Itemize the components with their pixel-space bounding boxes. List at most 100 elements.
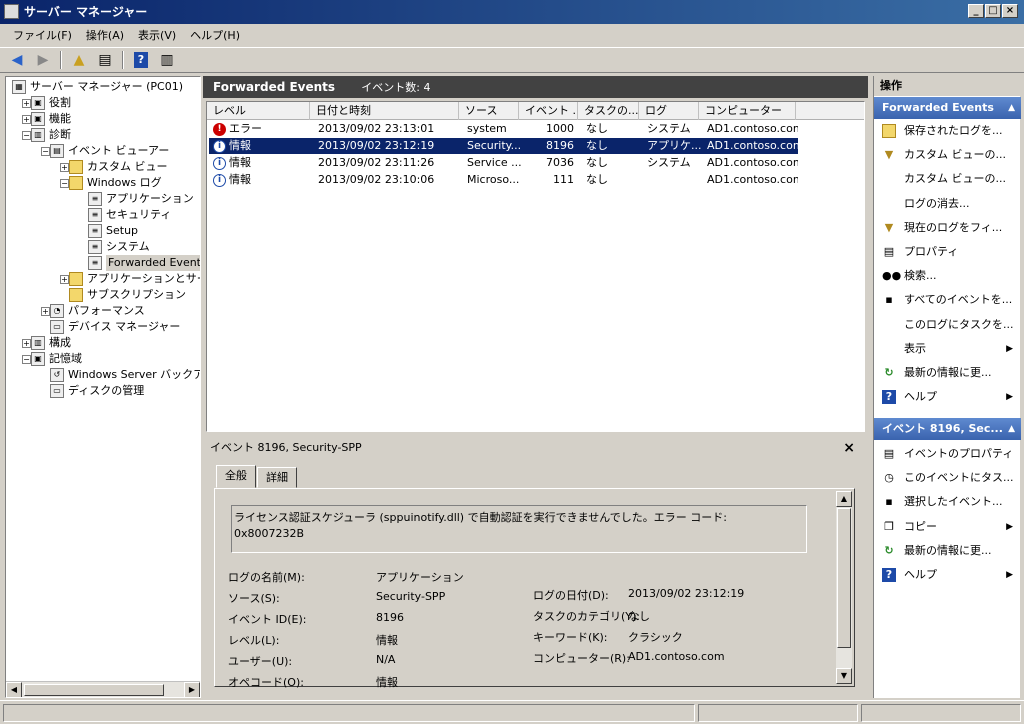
tab-general[interactable]: 全般 bbox=[216, 465, 256, 488]
tree-item[interactable]: ≡ Forwarded Events bbox=[88, 255, 200, 271]
event-list-header: レベル 日付と時刻 ソース イベント ... タスクの... ログ コンピュータ… bbox=[207, 102, 864, 120]
help-button[interactable]: ? bbox=[130, 50, 152, 70]
back-button[interactable]: ◀ bbox=[6, 50, 28, 70]
tab-details[interactable]: 詳細 bbox=[257, 467, 297, 488]
show-hide-action-pane-button[interactable]: ▥ bbox=[156, 50, 178, 70]
event-row[interactable]: i 情報 2013/09/02 23:11:26 Service ... 7036 なし シ… bbox=[209, 155, 798, 171]
action-item[interactable]: ❐ コピー ▶ bbox=[874, 515, 1021, 539]
tree-item[interactable]: カスタム ビュー bbox=[69, 159, 168, 175]
action-item[interactable]: ▪ 選択したイベント... bbox=[874, 490, 1021, 514]
scroll-down-button[interactable]: ▼ bbox=[836, 668, 852, 684]
menu-view[interactable]: 表示(V) bbox=[131, 25, 183, 45]
tree-item[interactable]: ≡ アプリケーション bbox=[88, 191, 194, 207]
tree-item[interactable]: ▤ イベント ビューアー bbox=[50, 143, 169, 159]
action-item[interactable]: ↻ 最新の情報に更... bbox=[874, 361, 1021, 385]
tree-horizontal-scrollbar[interactable]: ◀ ▶ bbox=[6, 681, 200, 697]
scroll-thumb[interactable] bbox=[24, 684, 164, 696]
action-item[interactable]: ↻ 最新の情報に更... bbox=[874, 539, 1021, 563]
menu-action[interactable]: 操作(A) bbox=[79, 25, 131, 45]
collapse-icon[interactable]: ▲ bbox=[1008, 418, 1015, 440]
scroll-up-button[interactable]: ▲ bbox=[836, 491, 852, 507]
tree-item-label: セキュリティ bbox=[106, 208, 172, 221]
minimize-button[interactable]: _ bbox=[968, 4, 984, 18]
detail-vertical-scrollbar[interactable]: ▲ ▼ bbox=[836, 491, 852, 684]
tree-expander[interactable]: − bbox=[60, 179, 69, 188]
tree-expander[interactable]: + bbox=[60, 163, 69, 172]
tree-item[interactable]: Windows ログ bbox=[69, 175, 162, 191]
col-datetime[interactable]: 日付と時刻 bbox=[310, 102, 459, 120]
tree-item[interactable]: ▥ 診断 bbox=[31, 127, 71, 143]
action-item[interactable]: ▼ 現在のログをフィ... bbox=[874, 216, 1021, 240]
close-detail-icon[interactable]: × bbox=[843, 437, 855, 459]
col-computer[interactable]: コンピューター bbox=[699, 102, 796, 120]
action-label: イベントのプロパティ bbox=[904, 447, 1014, 460]
tree-item[interactable]: ▭ デバイス マネージャー bbox=[50, 319, 180, 335]
action-item[interactable]: ? ヘルプ ▶ bbox=[874, 385, 1021, 409]
action-item[interactable]: 表示 ▶ bbox=[874, 337, 1021, 361]
col-source[interactable]: ソース bbox=[459, 102, 519, 120]
tree-expander[interactable]: − bbox=[22, 131, 31, 140]
event-row[interactable]: ! エラー 2013/09/02 23:13:01 system 1000 なし システム A… bbox=[209, 121, 798, 137]
action-label: 検索... bbox=[904, 269, 937, 283]
close-button[interactable]: × bbox=[1002, 4, 1018, 18]
tree-item[interactable]: ▦ サーバー マネージャー (PC01) bbox=[12, 79, 183, 95]
tree-item[interactable]: アプリケーションとサービス bbox=[69, 271, 200, 287]
tree-item[interactable]: ≡ Setup bbox=[88, 223, 138, 239]
tree-item[interactable]: ▣ 機能 bbox=[31, 111, 71, 127]
show-hide-tree-button[interactable]: ▤ bbox=[94, 50, 116, 70]
event-row[interactable]: i 情報 2013/09/02 23:12:19 Security... 8196 なし ア… bbox=[209, 138, 798, 154]
tree-item[interactable]: ▣ 記憶域 bbox=[31, 351, 82, 367]
tree-expander[interactable]: + bbox=[41, 307, 50, 316]
actions-section-event[interactable]: イベント 8196, Sec... ▲ bbox=[874, 418, 1021, 440]
action-item[interactable]: ▤ イベントのプロパティ bbox=[874, 442, 1021, 466]
tree-expander[interactable]: + bbox=[22, 115, 31, 124]
action-item[interactable]: ▤ プロパティ bbox=[874, 240, 1021, 264]
action-item[interactable]: ◷ このイベントにタス... bbox=[874, 466, 1021, 490]
tree-expander[interactable]: + bbox=[22, 339, 31, 348]
col-event-id[interactable]: イベント ... bbox=[519, 102, 578, 120]
tree-item[interactable]: ▥ 構成 bbox=[31, 335, 71, 351]
tree-expander[interactable]: − bbox=[41, 147, 50, 156]
actions-section-log[interactable]: Forwarded Events ▲ bbox=[874, 97, 1021, 119]
tree-expander[interactable]: + bbox=[60, 275, 69, 284]
tree-item[interactable]: ↺ Windows Server バックアップ bbox=[50, 367, 200, 383]
action-item[interactable]: ▪ すべてのイベントを... bbox=[874, 288, 1021, 312]
menu-file[interactable]: ファイル(F) bbox=[6, 25, 79, 45]
scroll-right-button[interactable]: ▶ bbox=[184, 682, 200, 697]
tree-expander[interactable]: − bbox=[22, 355, 31, 364]
action-item[interactable]: 保存されたログを... bbox=[874, 119, 1021, 143]
tree-item[interactable]: サブスクリプション bbox=[69, 287, 186, 303]
action-item[interactable]: カスタム ビューの... bbox=[874, 167, 1021, 191]
subscription-icon bbox=[69, 288, 83, 302]
event-datetime: 2013/09/02 23:11:26 bbox=[318, 156, 435, 169]
action-item[interactable]: このログにタスクを... bbox=[874, 313, 1021, 337]
event-id: 1000 bbox=[546, 122, 574, 135]
menu-help[interactable]: ヘルプ(H) bbox=[183, 25, 247, 45]
tree-item[interactable]: ≡ システム bbox=[88, 239, 150, 255]
event-log bbox=[641, 172, 701, 188]
collapse-icon[interactable]: ▲ bbox=[1008, 97, 1015, 119]
action-item[interactable]: ●● 検索... bbox=[874, 264, 1021, 288]
col-log[interactable]: ログ bbox=[639, 102, 699, 120]
action-item[interactable]: ▼ カスタム ビューの... bbox=[874, 143, 1021, 167]
tree-item[interactable]: ◔ パフォーマンス bbox=[50, 303, 145, 319]
action-item[interactable]: ? ヘルプ ▶ bbox=[874, 563, 1021, 587]
tree-item[interactable]: ▣ 役割 bbox=[31, 95, 71, 111]
event-row[interactable]: i 情報 2013/09/02 23:10:06 Microso... 111 なし AD1… bbox=[209, 172, 798, 188]
col-task[interactable]: タスクの... bbox=[578, 102, 639, 120]
action-label: 表示 bbox=[904, 341, 926, 355]
submenu-arrow-icon: ▶ bbox=[1006, 392, 1013, 403]
forward-button[interactable]: ▶ bbox=[32, 50, 54, 70]
event-message[interactable]: ライセンス認証スケジューラ (sppuinotify.dll) で自動認証を実行… bbox=[231, 505, 807, 553]
tree-item-label: サブスクリプション bbox=[87, 288, 186, 301]
col-level[interactable]: レベル bbox=[207, 102, 310, 120]
tree-item[interactable]: ▭ ディスクの管理 bbox=[50, 383, 144, 399]
tree-expander[interactable]: + bbox=[22, 99, 31, 108]
maximize-button[interactable]: □ bbox=[985, 4, 1001, 18]
scroll-left-button[interactable]: ◀ bbox=[6, 682, 22, 697]
scroll-thumb[interactable] bbox=[837, 508, 851, 648]
action-item[interactable]: ログの消去... bbox=[874, 192, 1021, 216]
tree-item-label: イベント ビューアー bbox=[68, 144, 170, 157]
up-folder-button[interactable]: ▲ bbox=[68, 50, 90, 70]
tree-item[interactable]: ≡ セキュリティ bbox=[88, 207, 171, 223]
